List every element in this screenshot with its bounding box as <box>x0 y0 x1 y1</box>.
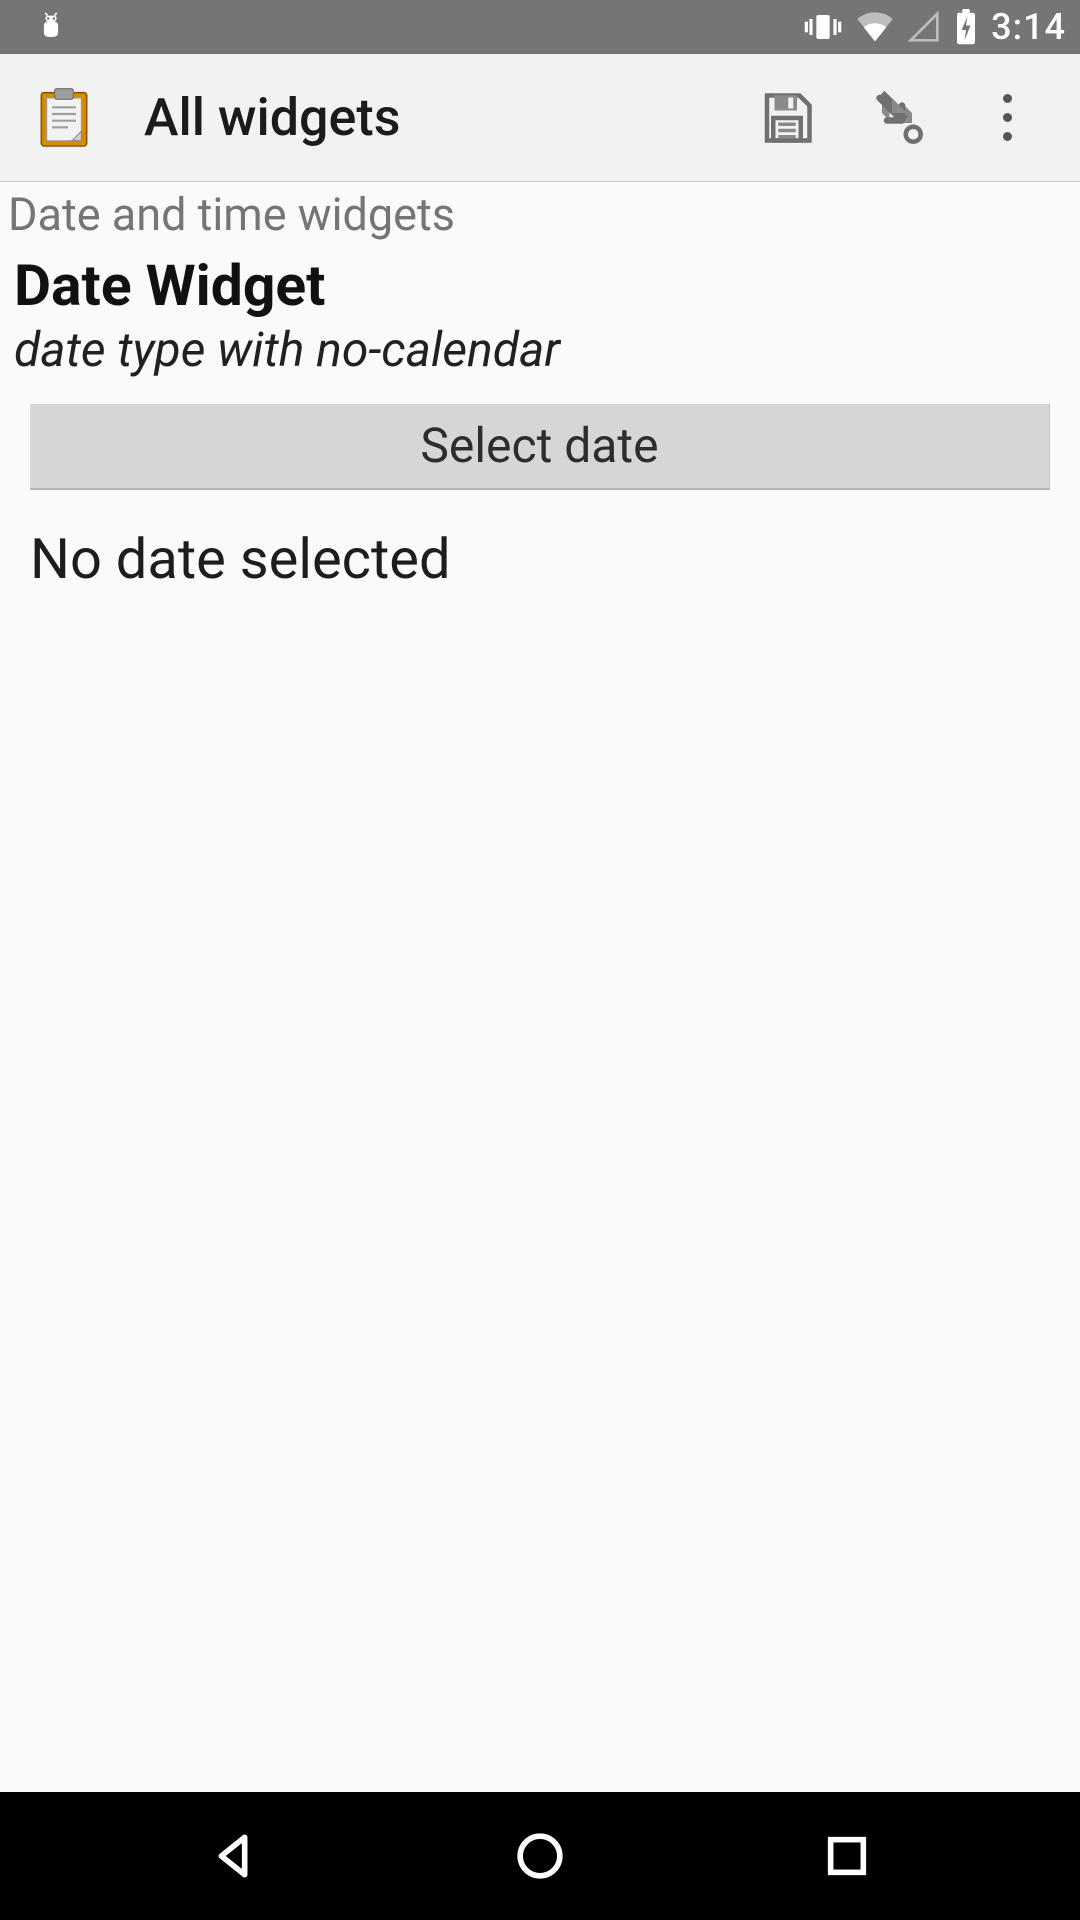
goto-button[interactable] <box>842 63 952 173</box>
back-button[interactable] <box>133 1792 333 1920</box>
section-label: Date and time widgets <box>0 186 1080 251</box>
date-status-text: No date selected <box>0 490 1080 592</box>
cell-signal-icon <box>907 11 941 43</box>
navigation-bar <box>0 1792 1080 1920</box>
recent-apps-button[interactable] <box>747 1792 947 1920</box>
battery-charging-icon <box>953 9 979 45</box>
status-time: 3:14 <box>991 6 1066 48</box>
widget-title: Date Widget <box>0 251 1080 321</box>
save-button[interactable] <box>732 63 842 173</box>
home-button[interactable] <box>440 1792 640 1920</box>
overflow-menu-icon <box>1003 94 1012 141</box>
overflow-menu-button[interactable] <box>952 63 1062 173</box>
clipboard-icon[interactable] <box>28 82 100 154</box>
vibrate-icon <box>803 10 843 44</box>
content-area: Date and time widgets Date Widget date t… <box>0 182 1080 1792</box>
app-bar: All widgets <box>0 54 1080 182</box>
widget-subtitle: date type with no-calendar <box>0 321 1080 396</box>
status-bar: 3:14 <box>0 0 1080 54</box>
android-debug-icon <box>34 10 68 44</box>
app-bar-title: All widgets <box>144 87 732 148</box>
select-date-button[interactable]: Select date <box>30 404 1050 490</box>
wifi-icon <box>855 11 895 43</box>
